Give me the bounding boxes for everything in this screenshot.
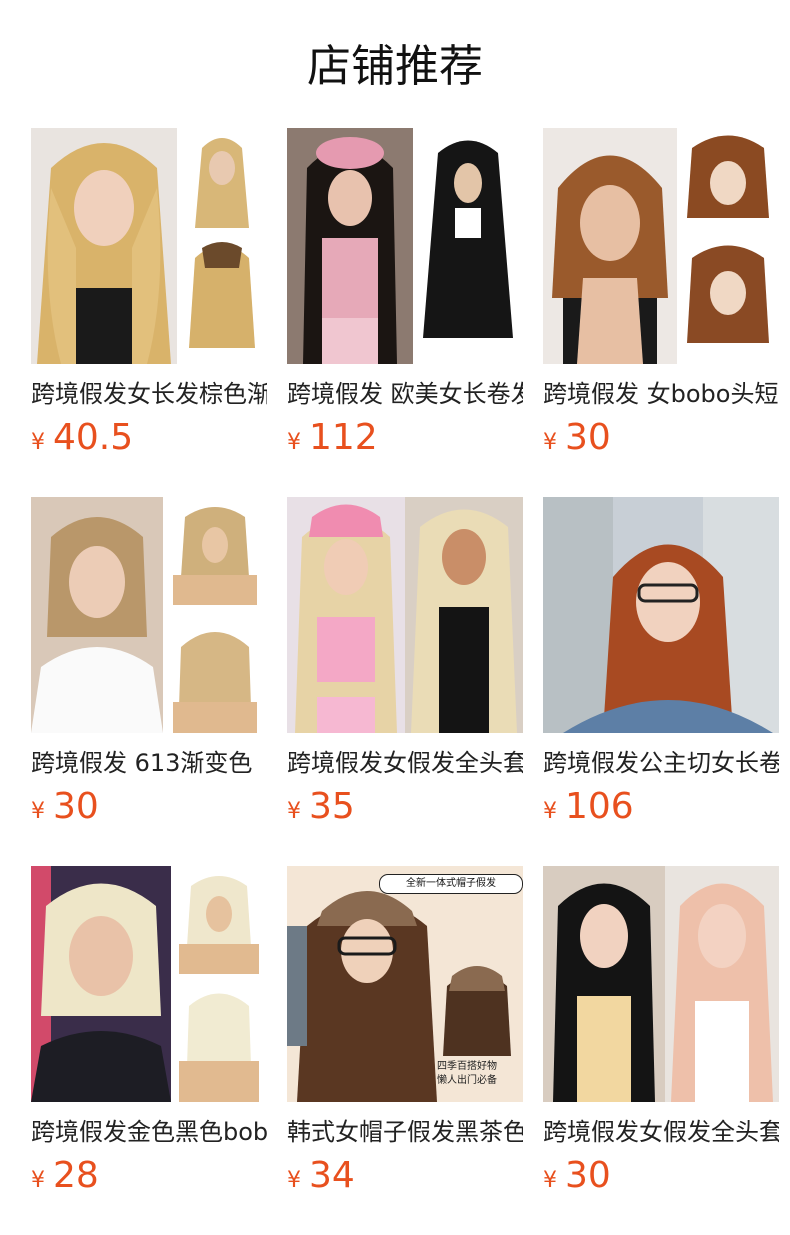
product-price: ¥ 106 bbox=[543, 785, 634, 829]
product-name[interactable]: 跨境假发公主切女长卷发 bbox=[543, 747, 779, 779]
price-value: 40.5 bbox=[53, 417, 134, 458]
currency-symbol: ¥ bbox=[31, 1168, 45, 1193]
product-image[interactable]: 全新一体式帽子假发 四季百搭好物 懒人出门必备 bbox=[287, 866, 523, 1102]
product-name[interactable]: 跨境假发金色黑色bobo bbox=[31, 1116, 267, 1148]
product-grid: 跨境假发女长发棕色渐变 ¥ 40.5 bbox=[31, 128, 779, 1235]
product-card[interactable]: 跨境假发 613渐变色 ¥ 30 bbox=[31, 497, 267, 866]
product-name[interactable]: 跨境假发女假发全头套 bbox=[287, 747, 523, 779]
product-card[interactable]: 跨境假发女假发全头套 ¥ 35 bbox=[287, 497, 523, 866]
product-price: ¥ 30 bbox=[543, 1154, 611, 1198]
product-image[interactable] bbox=[543, 128, 779, 364]
product-name[interactable]: 跨境假发 欧美女长卷发 bbox=[287, 378, 523, 410]
product-image[interactable] bbox=[543, 497, 779, 733]
currency-symbol: ¥ bbox=[543, 430, 557, 455]
promo-banner: 全新一体式帽子假发 bbox=[379, 874, 523, 894]
product-name[interactable]: 跨境假发女假发全头套 bbox=[543, 1116, 779, 1148]
currency-symbol: ¥ bbox=[31, 799, 45, 824]
product-price: ¥ 30 bbox=[543, 416, 611, 460]
currency-symbol: ¥ bbox=[543, 799, 557, 824]
product-price: ¥ 35 bbox=[287, 785, 355, 829]
tagline-line-1: 四季百搭好物 bbox=[437, 1061, 497, 1072]
product-image[interactable] bbox=[543, 866, 779, 1102]
product-name[interactable]: 跨境假发女长发棕色渐变 bbox=[31, 378, 267, 410]
product-image[interactable] bbox=[287, 128, 523, 364]
product-price: ¥ 30 bbox=[31, 785, 99, 829]
product-card[interactable]: 跨境假发 欧美女长卷发 ¥ 112 bbox=[287, 128, 523, 497]
product-price: ¥ 112 bbox=[287, 416, 378, 460]
price-value: 28 bbox=[53, 1155, 99, 1196]
price-value: 30 bbox=[565, 417, 611, 458]
product-price: ¥ 28 bbox=[31, 1154, 99, 1198]
price-value: 112 bbox=[309, 417, 378, 458]
product-image[interactable] bbox=[31, 128, 267, 364]
price-value: 30 bbox=[53, 786, 99, 827]
product-card[interactable]: 跨境假发女假发全头套 ¥ 30 bbox=[543, 866, 779, 1235]
product-card[interactable]: 跨境假发金色黑色bobo ¥ 28 bbox=[31, 866, 267, 1235]
currency-symbol: ¥ bbox=[287, 1168, 301, 1193]
product-name[interactable]: 跨境假发 613渐变色 bbox=[31, 747, 267, 779]
promo-tagline: 四季百搭好物 懒人出门必备 bbox=[437, 1060, 519, 1088]
currency-symbol: ¥ bbox=[287, 430, 301, 455]
product-image[interactable] bbox=[31, 866, 267, 1102]
price-value: 106 bbox=[565, 786, 634, 827]
currency-symbol: ¥ bbox=[31, 430, 45, 455]
price-value: 35 bbox=[309, 786, 355, 827]
currency-symbol: ¥ bbox=[543, 1168, 557, 1193]
price-value: 34 bbox=[309, 1155, 355, 1196]
product-price: ¥ 34 bbox=[287, 1154, 355, 1198]
product-name[interactable]: 跨境假发 女bobo头短发 bbox=[543, 378, 779, 410]
currency-symbol: ¥ bbox=[287, 799, 301, 824]
product-card[interactable]: 跨境假发公主切女长卷发 ¥ 106 bbox=[543, 497, 779, 866]
product-name[interactable]: 韩式女帽子假发黑茶色 bbox=[287, 1116, 523, 1148]
product-card[interactable]: 全新一体式帽子假发 四季百搭好物 懒人出门必备 韩式女帽子假发黑茶色 ¥ 34 bbox=[287, 866, 523, 1235]
tagline-line-2: 懒人出门必备 bbox=[437, 1075, 497, 1086]
product-card[interactable]: 跨境假发 女bobo头短发 ¥ 30 bbox=[543, 128, 779, 497]
price-value: 30 bbox=[565, 1155, 611, 1196]
product-price: ¥ 40.5 bbox=[31, 416, 133, 460]
product-card[interactable]: 跨境假发女长发棕色渐变 ¥ 40.5 bbox=[31, 128, 267, 497]
product-image[interactable] bbox=[287, 497, 523, 733]
product-image[interactable] bbox=[31, 497, 267, 733]
section-title: 店铺推荐 bbox=[307, 41, 483, 92]
